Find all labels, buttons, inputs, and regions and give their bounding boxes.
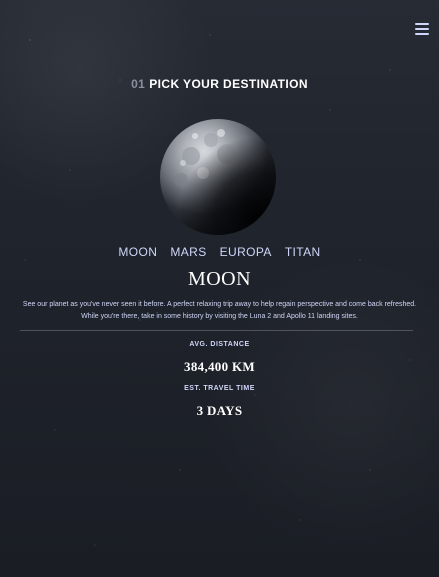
tab-europa[interactable]: EUROPA — [220, 245, 272, 261]
moon-image — [159, 118, 277, 236]
travel-time-value: 3 DAYS — [196, 403, 243, 418]
destination-description: See our planet as you've never seen it b… — [22, 301, 417, 320]
destination-tabs: MOON MARS EUROPA TITAN — [0, 245, 439, 261]
travel-time-label: EST. TRAVEL TIME — [184, 385, 255, 392]
page-number: 01 — [131, 77, 146, 91]
page-title: PICK YOUR DESTINATION — [149, 77, 308, 91]
hamburger-menu-icon[interactable] — [415, 23, 429, 35]
tab-moon[interactable]: MOON — [118, 245, 157, 261]
destination-name: MOON — [187, 268, 252, 290]
tab-titan[interactable]: TITAN — [285, 245, 321, 261]
distance-value: 384,400 KM — [184, 359, 255, 374]
page-heading: 01 PICK YOUR DESTINATION — [0, 77, 439, 91]
tab-mars[interactable]: MARS — [170, 245, 206, 261]
hamburger-line — [415, 28, 429, 30]
distance-label: AVG. DISTANCE — [189, 341, 250, 348]
divider — [20, 330, 413, 331]
hamburger-line — [415, 23, 429, 25]
hamburger-line — [415, 33, 429, 35]
